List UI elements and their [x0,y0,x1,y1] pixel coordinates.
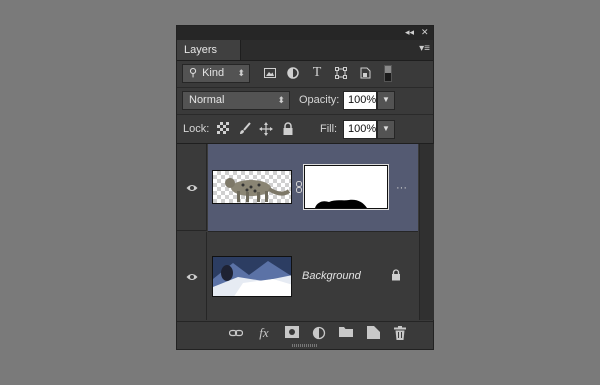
opacity-slider-button[interactable]: ▼ [377,91,395,110]
new-layer-icon[interactable] [366,326,380,340]
layer-2-visibility-cell[interactable] [177,232,207,320]
group-folder-icon[interactable] [339,326,353,340]
lock-transparency-icon[interactable] [216,122,230,136]
layer-1-visibility-cell[interactable] [177,144,207,231]
layers-bottom-toolbar: fx [177,321,433,344]
updown-arrows-icon: ⬍ [237,68,245,78]
layer-row-selected[interactable]: ··· [208,144,418,232]
eye-icon[interactable] [186,182,198,194]
type-filter-icon[interactable]: T [310,66,324,80]
fill-slider-button[interactable]: ▼ [377,120,395,139]
filter-toggle-knob [385,66,391,73]
opacity-label: Opacity: [299,94,340,106]
lock-all-padlock-icon[interactable] [281,122,295,136]
layer-effects-ellipsis[interactable]: ··· [396,182,407,194]
search-icon: ⚲ [189,67,198,79]
layers-list: ··· Background [177,144,433,320]
layer-row-background[interactable]: Background [208,232,418,320]
eye-icon[interactable] [186,271,198,283]
blend-row: Normal ⬍ Opacity: 100% ▼ [177,88,433,115]
layers-panel: ◂◂ ✕ Layers ▾≡ ⚲ Kind ⬍ T Normal ⬍ Opaci… [176,25,434,350]
layer-locked-padlock-icon [391,269,401,284]
layer-thumbnail-leopard[interactable] [212,170,292,204]
mask-shape-image [315,199,367,208]
fill-label: Fill: [320,123,338,135]
filter-kind-dropdown[interactable]: ⚲ Kind ⬍ [182,64,250,83]
panel-resize-grip[interactable] [292,344,318,347]
close-panel-button[interactable]: ✕ [421,27,429,38]
layer-mask-thumbnail[interactable] [303,164,389,210]
panel-title-strip: ◂◂ ✕ [177,26,433,40]
filter-kind-label: Kind [202,67,225,79]
filter-row: ⚲ Kind ⬍ T [177,61,433,88]
blend-mode-dropdown[interactable]: Normal ⬍ [182,91,290,110]
mask-link-chain-icon[interactable] [296,181,302,193]
collapse-panel-button[interactable]: ◂◂ [405,27,414,38]
tab-layers[interactable]: Layers [177,40,241,60]
fx-icon[interactable]: fx [257,326,271,340]
add-mask-icon[interactable] [285,326,299,340]
opacity-input[interactable]: 100% [343,91,377,110]
adjustment-filter-icon[interactable] [286,66,300,80]
layer-thumbnail-background[interactable] [212,256,292,297]
blend-mode-value: Normal [189,94,225,106]
updown-arrows-icon: ⬍ [277,95,285,105]
shape-filter-icon[interactable] [334,66,348,80]
layers-scrollbar[interactable] [419,144,434,320]
trash-icon[interactable] [393,326,407,340]
lock-label: Lock: [183,123,210,135]
lock-position-move-icon[interactable] [259,122,273,136]
lock-pixels-brush-icon[interactable] [238,122,252,136]
panel-menu-icon[interactable]: ▾≡ [419,43,430,54]
smart-object-filter-icon[interactable] [358,66,372,80]
filter-toggle-switch[interactable] [384,65,392,82]
panel-tab-row: Layers ▾≡ [177,40,433,61]
lock-row: Lock: Fill: 100% ▼ [177,115,433,144]
snow-leopard-image [225,178,291,202]
image-filter-icon[interactable] [263,66,277,80]
layer-name-background[interactable]: Background [302,270,361,282]
adjustment-layer-icon[interactable] [312,326,326,340]
snowy-mountain-image [213,257,291,296]
link-layers-icon[interactable] [228,326,244,340]
fill-input[interactable]: 100% [343,120,377,139]
